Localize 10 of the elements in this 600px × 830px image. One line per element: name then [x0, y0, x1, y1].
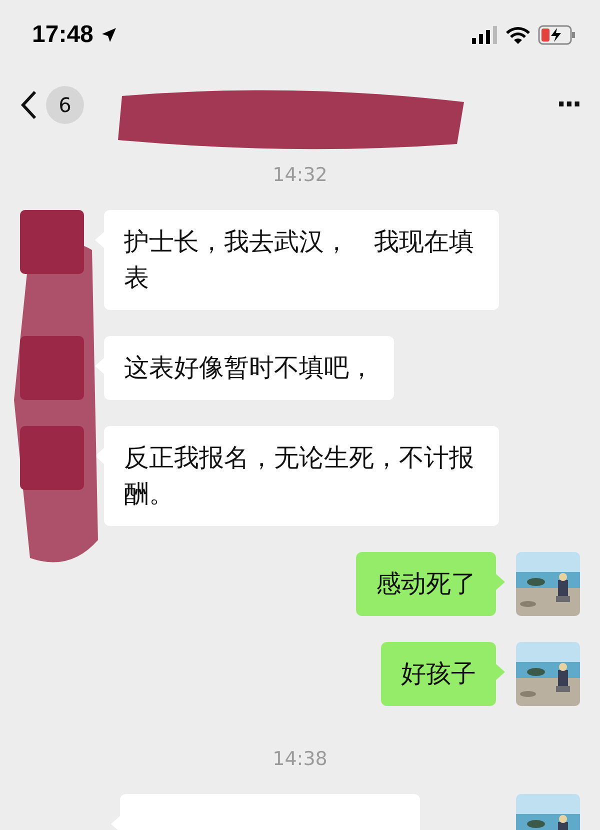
sent-message: 感动死了: [356, 552, 505, 616]
received-message: 护士长，我去武汉， 我现在填表: [95, 210, 499, 310]
received-message: 这表好像暂时不填吧，: [95, 336, 394, 400]
received-message: 反正我报名，无论生死，不计报酬。: [95, 426, 499, 526]
more-options-button[interactable]: ···: [556, 90, 580, 120]
timestamp: 14:38: [272, 748, 328, 770]
sent-message: 好孩子: [381, 642, 505, 706]
status-time: 17:48: [32, 21, 94, 49]
timestamp: 14:32: [272, 164, 328, 186]
unread-count-badge: 6: [46, 86, 84, 124]
